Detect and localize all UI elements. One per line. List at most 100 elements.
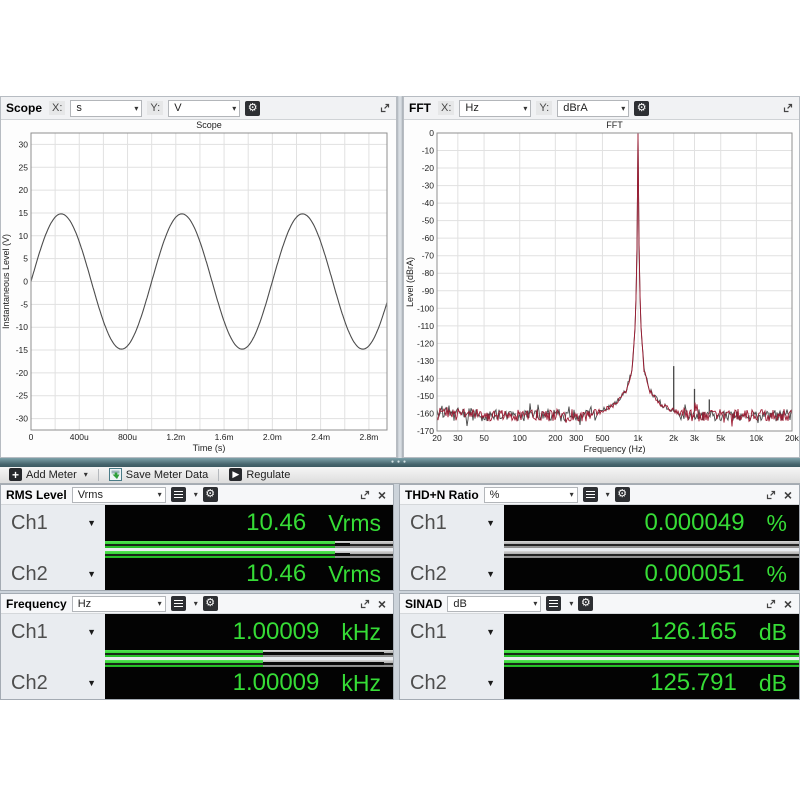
meter-body-frequency: Ch1 ▼ 1.00009 kHz Ch2 ▼ 1.00009 kHz — [1, 614, 393, 699]
meter-settings-button[interactable]: ⚙ — [202, 487, 218, 502]
channel-select-ch2[interactable]: Ch2 ▼ — [400, 558, 504, 590]
svg-text:FFT: FFT — [606, 120, 623, 130]
fft-expand-button[interactable] — [782, 102, 794, 114]
meter-expand-button[interactable] — [765, 489, 777, 501]
meter-header-rms-level: RMS Level Vrms ▾ ▾ ⚙ × — [1, 485, 393, 505]
channel-select-ch1[interactable]: Ch1 ▼ — [400, 614, 504, 650]
channel-select-ch2[interactable]: Ch2 ▼ — [1, 667, 105, 699]
level-bar-centerline — [105, 553, 393, 556]
level-bar-ch2 — [504, 660, 799, 667]
meter-value-unit: % — [766, 560, 787, 587]
meter-unit-value: Vrms — [77, 488, 103, 501]
svg-text:Scope: Scope — [196, 120, 222, 130]
channel-select-ch1[interactable]: Ch1 ▼ — [1, 614, 105, 650]
meter-display-mode-button[interactable] — [170, 487, 186, 502]
channel-label: Ch2 — [11, 562, 48, 585]
meter-settings-button[interactable]: ⚙ — [614, 487, 630, 502]
channel-select-ch2[interactable]: Ch2 ▼ — [1, 558, 105, 590]
level-bar-peak-marker — [263, 662, 385, 665]
chevron-down-icon: ▾ — [157, 490, 162, 499]
svg-text:-100: -100 — [417, 303, 434, 313]
scope-panel: Scope X: s ▾ Y: V ▾ ⚙ -30 -25 -20 -15 -1… — [0, 96, 397, 458]
meter-expand-button[interactable] — [765, 598, 777, 610]
gear-icon: ⚙ — [205, 488, 216, 500]
bar-display-icon — [173, 600, 183, 607]
meter-bars-spacer — [400, 650, 504, 667]
meter-display-mode-button[interactable] — [582, 487, 598, 502]
bar-display-icon — [585, 491, 595, 498]
meter-toolbar: + Add Meter ▾ Save Meter Data ▶ Regulate — [0, 466, 800, 484]
meter-close-button[interactable]: × — [782, 488, 794, 502]
meter-settings-button[interactable]: ⚙ — [578, 596, 594, 611]
svg-text:-5: -5 — [20, 299, 28, 309]
channel-select-ch1[interactable]: Ch1 ▼ — [1, 505, 105, 541]
meter-unit-select[interactable]: Hz ▾ — [71, 595, 166, 612]
fft-settings-button[interactable]: ⚙ — [634, 100, 650, 116]
level-bar-ch1 — [504, 650, 799, 657]
meter-settings-button[interactable]: ⚙ — [202, 596, 218, 611]
svg-text:2.8m: 2.8m — [359, 432, 378, 442]
meter-display-mode-button[interactable] — [170, 596, 186, 611]
channel-select-ch2[interactable]: Ch2 ▼ — [400, 667, 504, 699]
svg-text:30: 30 — [19, 139, 29, 149]
toolbar-separator — [218, 468, 220, 481]
svg-text:10: 10 — [19, 231, 29, 241]
svg-text:Time (s): Time (s) — [193, 443, 226, 453]
svg-text:5: 5 — [23, 254, 28, 264]
svg-text:2k: 2k — [669, 433, 679, 443]
channel-select-ch1[interactable]: Ch1 ▼ — [400, 505, 504, 541]
svg-text:1k: 1k — [634, 433, 644, 443]
meter-expand-button[interactable] — [359, 598, 371, 610]
scope-y-unit-select[interactable]: V ▾ — [168, 99, 241, 117]
scope-x-axis-label: X: — [49, 101, 66, 115]
meter-close-button[interactable]: × — [782, 597, 794, 611]
gear-icon: ⚙ — [617, 488, 628, 500]
svg-text:-20: -20 — [16, 368, 29, 378]
meter-body-rms-level: Ch1 ▼ 10.46 Vrms Ch2 ▼ 10.46 Vrms — [1, 505, 393, 590]
svg-text:2.4m: 2.4m — [311, 432, 330, 442]
channel-label: Ch1 — [410, 511, 447, 534]
scope-y-axis-label: Y: — [147, 101, 164, 115]
svg-text:Level (dBrA): Level (dBrA) — [405, 257, 415, 307]
fft-x-unit-value: Hz — [465, 102, 479, 114]
meter-body-thd-n-ratio: Ch1 ▼ 0.000049% Ch2 ▼ 0.000051% — [400, 505, 799, 590]
meter-unit-select[interactable]: % ▾ — [483, 486, 578, 503]
meter-title: THD+N Ratio — [405, 487, 479, 502]
save-icon — [108, 468, 122, 482]
meter-close-button[interactable]: × — [376, 488, 388, 502]
add-meter-button[interactable]: + Add Meter ▾ — [3, 467, 94, 482]
regulate-button[interactable]: ▶ Regulate — [223, 467, 296, 482]
svg-text:1.2m: 1.2m — [166, 432, 185, 442]
chevron-down-icon: ▾ — [232, 103, 237, 113]
meter-unit-value: dB — [453, 597, 467, 610]
level-bar-ch1 — [504, 541, 799, 548]
scope-chart[interactable]: -30 -25 -20 -15 -10 -5 0 5 10 15 20 25 30 0 400u 800u 1.… — [1, 120, 396, 461]
save-meter-data-button[interactable]: Save Meter Data — [103, 467, 215, 482]
svg-text:-120: -120 — [417, 338, 434, 348]
fft-chart[interactable]: -170 -160 -150 -140 -130 -120 -110 -100 -90 -80 -7… — [404, 120, 800, 462]
meter-close-button[interactable]: × — [376, 597, 388, 611]
svg-text:25: 25 — [19, 162, 29, 172]
channel-label: Ch2 — [11, 671, 48, 694]
meter-value: 1.00009 — [232, 669, 320, 696]
svg-text:-90: -90 — [422, 286, 435, 296]
scope-x-unit-select[interactable]: s ▾ — [70, 99, 143, 117]
meter-value-unit: dB — [758, 669, 787, 696]
plots-row: Scope X: s ▾ Y: V ▾ ⚙ -30 -25 -20 -15 -1… — [0, 96, 800, 458]
meter-unit-select[interactable]: Vrms ▾ — [71, 486, 166, 503]
meter-expand-button[interactable] — [359, 489, 371, 501]
chevron-down-icon: ▾ — [605, 490, 610, 499]
meter-unit-select[interactable]: dB ▾ — [447, 595, 542, 612]
svg-text:15: 15 — [19, 208, 29, 218]
fft-x-unit-select[interactable]: Hz ▾ — [459, 99, 532, 117]
svg-text:Instantaneous Level (V): Instantaneous Level (V) — [1, 234, 11, 329]
scope-expand-button[interactable] — [379, 102, 391, 114]
fft-y-unit-select[interactable]: dBrA ▾ — [557, 99, 630, 117]
scope-settings-button[interactable]: ⚙ — [245, 100, 261, 116]
level-bar-peak-marker — [335, 553, 350, 556]
meter-value-unit: kHz — [341, 618, 381, 645]
chevron-down-icon: ▾ — [157, 599, 162, 608]
svg-text:1.6m: 1.6m — [215, 432, 234, 442]
meter-display-mode-button[interactable] — [546, 596, 562, 611]
plus-icon: + — [9, 468, 22, 482]
